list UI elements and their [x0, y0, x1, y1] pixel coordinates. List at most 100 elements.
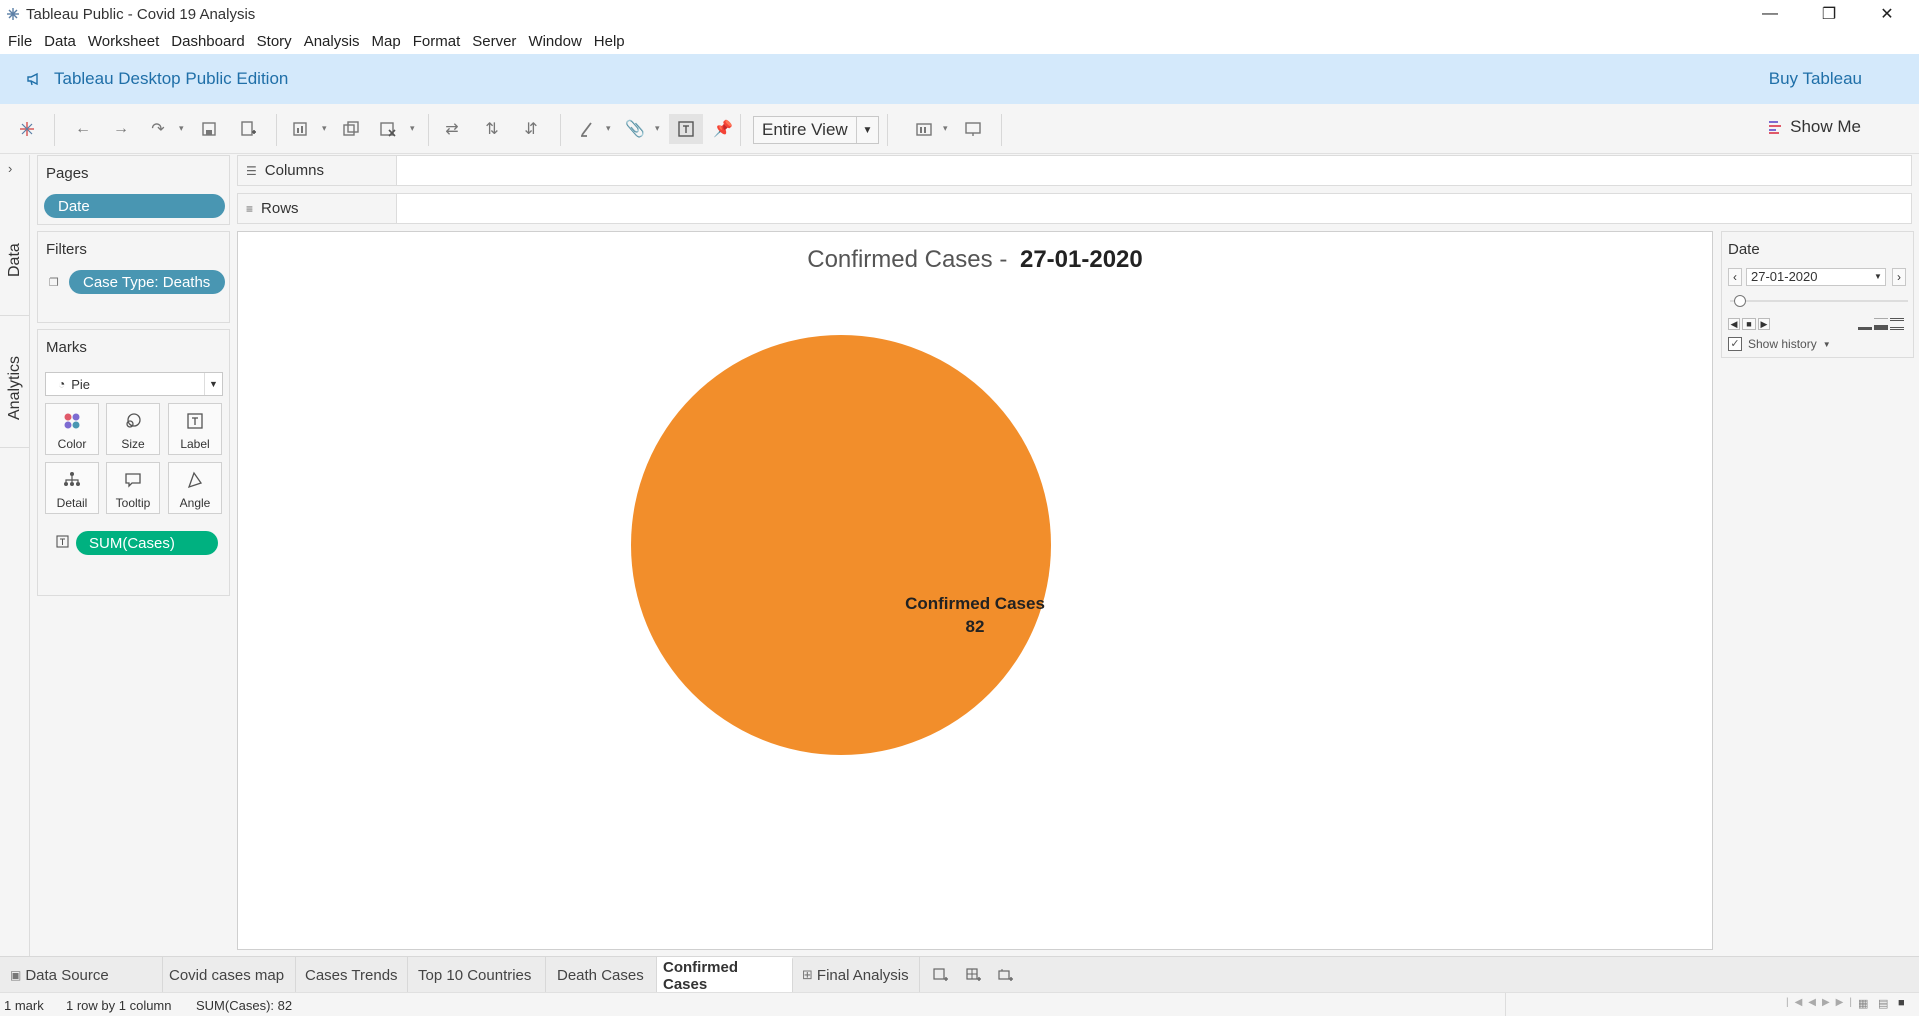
- tab-top-10-countries[interactable]: Top 10 Countries: [408, 957, 546, 993]
- color-icon: [62, 411, 82, 431]
- show-tabs-icon[interactable]: ■: [1898, 997, 1905, 1009]
- sort-ascending-icon[interactable]: ⇅: [481, 118, 503, 140]
- next-page-button[interactable]: ›: [1892, 268, 1906, 286]
- menu-file[interactable]: File: [0, 33, 38, 50]
- tab-final-analysis[interactable]: ⊞ Final Analysis: [793, 957, 920, 993]
- show-me-label: Show Me: [1790, 117, 1861, 136]
- menu-format[interactable]: Format: [407, 33, 467, 50]
- marks-color-label: Color: [57, 437, 87, 451]
- undo-icon[interactable]: ←: [72, 118, 94, 140]
- pages-date-pill[interactable]: Date: [44, 194, 225, 218]
- filter-pill-label: Case Type: Deaths: [83, 273, 211, 291]
- show-history-toggle[interactable]: ✓ Show history ▼: [1728, 337, 1831, 351]
- pie-slice[interactable]: [631, 335, 1051, 755]
- page-slider[interactable]: [1730, 295, 1908, 307]
- duplicate-sheet-icon[interactable]: [340, 118, 362, 140]
- mark-type-select[interactable]: ◔ Pie ▼: [45, 372, 223, 396]
- show-history-checkbox[interactable]: ✓: [1728, 337, 1742, 351]
- close-icon[interactable]: ✕: [1864, 0, 1910, 28]
- menu-server[interactable]: Server: [466, 33, 522, 50]
- edition-banner: Tableau Desktop Public Edition Buy Table…: [0, 54, 1919, 104]
- filters-title: Filters: [46, 241, 87, 258]
- fix-axes-icon[interactable]: 📌: [712, 118, 734, 140]
- replay-icon[interactable]: ↷: [147, 118, 169, 140]
- new-data-source-icon[interactable]: [237, 118, 259, 140]
- tab-data-source[interactable]: ▣ Data Source: [0, 957, 163, 993]
- stop-icon[interactable]: ■: [1742, 318, 1756, 330]
- tab-label: Cases Trends: [305, 966, 398, 984]
- tab-label: Final Analysis: [816, 966, 909, 984]
- page-date-select[interactable]: 27-01-2020 ▼: [1746, 268, 1886, 286]
- marks-tooltip-button[interactable]: Tooltip: [106, 462, 160, 514]
- size-icon: [123, 411, 143, 431]
- menu-worksheet[interactable]: Worksheet: [82, 33, 165, 50]
- new-dashboard-tab-icon[interactable]: [965, 966, 983, 984]
- pie-icon: ◔: [58, 377, 66, 391]
- new-worksheet-icon[interactable]: [290, 118, 312, 140]
- detail-icon: [62, 470, 82, 490]
- marks-label-button[interactable]: Label: [168, 403, 222, 455]
- menu-help[interactable]: Help: [588, 33, 631, 50]
- marks-angle-button[interactable]: Angle: [168, 462, 222, 514]
- menu-window[interactable]: Window: [522, 33, 587, 50]
- menu-data[interactable]: Data: [38, 33, 82, 50]
- presentation-mode-icon[interactable]: [962, 118, 984, 140]
- page-control-title: Date: [1728, 241, 1760, 258]
- rows-shelf[interactable]: ≡ Rows: [237, 193, 1912, 224]
- speed-slow-icon[interactable]: [1858, 318, 1872, 330]
- clear-sheet-icon[interactable]: [377, 118, 399, 140]
- pie-mark-value: 82: [965, 617, 985, 636]
- tableau-home-icon[interactable]: [16, 118, 38, 140]
- fit-value: Entire View: [762, 120, 848, 139]
- swap-rows-columns-icon[interactable]: ⇄: [441, 118, 463, 140]
- speed-medium-icon[interactable]: [1874, 318, 1888, 330]
- tab-data[interactable]: Data: [3, 225, 27, 295]
- status-bar: 1 mark 1 row by 1 column SUM(Cases): 82 …: [0, 992, 1919, 1016]
- redo-icon[interactable]: →: [110, 118, 132, 140]
- show-filmstrip-icon[interactable]: ▤: [1878, 997, 1888, 1010]
- play-backward-icon[interactable]: ◀: [1728, 318, 1740, 330]
- minimize-icon[interactable]: —: [1747, 0, 1793, 28]
- menu-map[interactable]: Map: [366, 33, 407, 50]
- menu-dashboard[interactable]: Dashboard: [165, 33, 250, 50]
- new-story-tab-icon[interactable]: [997, 966, 1015, 984]
- previous-page-button[interactable]: ‹: [1728, 268, 1742, 286]
- tab-analytics[interactable]: Analytics: [3, 333, 27, 443]
- buy-tableau-link[interactable]: Buy Tableau: [1769, 69, 1862, 89]
- marks-color-button[interactable]: Color: [45, 403, 99, 455]
- sum-cases-pill[interactable]: SUM(Cases): [76, 531, 218, 555]
- highlight-icon[interactable]: [576, 118, 598, 140]
- megaphone-icon: [27, 72, 38, 86]
- fit-select[interactable]: Entire View ▼: [753, 116, 879, 144]
- restore-icon[interactable]: ❐: [1806, 0, 1852, 28]
- play-forward-icon[interactable]: ▶: [1758, 318, 1770, 330]
- show-mark-labels-icon[interactable]: [669, 114, 703, 144]
- side-tab-strip: › Data Analytics: [0, 155, 30, 956]
- show-me-button[interactable]: Show Me: [1768, 117, 1861, 137]
- pages-pill-label: Date: [58, 197, 90, 215]
- tab-cases-trends[interactable]: Cases Trends: [296, 957, 408, 993]
- chevron-down-icon: ▼: [204, 373, 222, 395]
- speed-fast-icon[interactable]: [1890, 318, 1904, 330]
- rows-label: Rows: [261, 200, 299, 217]
- marks-label-label: Label: [180, 437, 210, 451]
- expand-chevron-icon[interactable]: ›: [8, 161, 12, 176]
- tab-death-cases[interactable]: Death Cases: [546, 957, 657, 993]
- marks-size-button[interactable]: Size: [106, 403, 160, 455]
- show-cards-icon[interactable]: [913, 118, 935, 140]
- mark-type-value: Pie: [71, 376, 91, 392]
- show-sheet-sorter-icon[interactable]: ▦: [1858, 997, 1868, 1010]
- group-members-icon[interactable]: 📎: [624, 118, 646, 140]
- sort-descending-icon[interactable]: ⇵: [520, 118, 542, 140]
- tab-covid-cases-map[interactable]: Covid cases map: [163, 957, 296, 993]
- tab-confirmed-cases[interactable]: Confirmed Cases: [657, 957, 793, 993]
- page-slider-knob[interactable]: [1734, 295, 1746, 307]
- menu-analysis[interactable]: Analysis: [298, 33, 366, 50]
- marks-detail-button[interactable]: Detail: [45, 462, 99, 514]
- sheet-nav-icons[interactable]: |◀◀▶▶|: [1786, 997, 1858, 1008]
- columns-shelf[interactable]: ☰ Columns: [237, 155, 1912, 186]
- new-worksheet-tab-icon[interactable]: [932, 966, 950, 984]
- save-icon[interactable]: [198, 118, 220, 140]
- menu-story[interactable]: Story: [251, 33, 298, 50]
- filter-case-type-pill[interactable]: Case Type: Deaths: [69, 270, 225, 294]
